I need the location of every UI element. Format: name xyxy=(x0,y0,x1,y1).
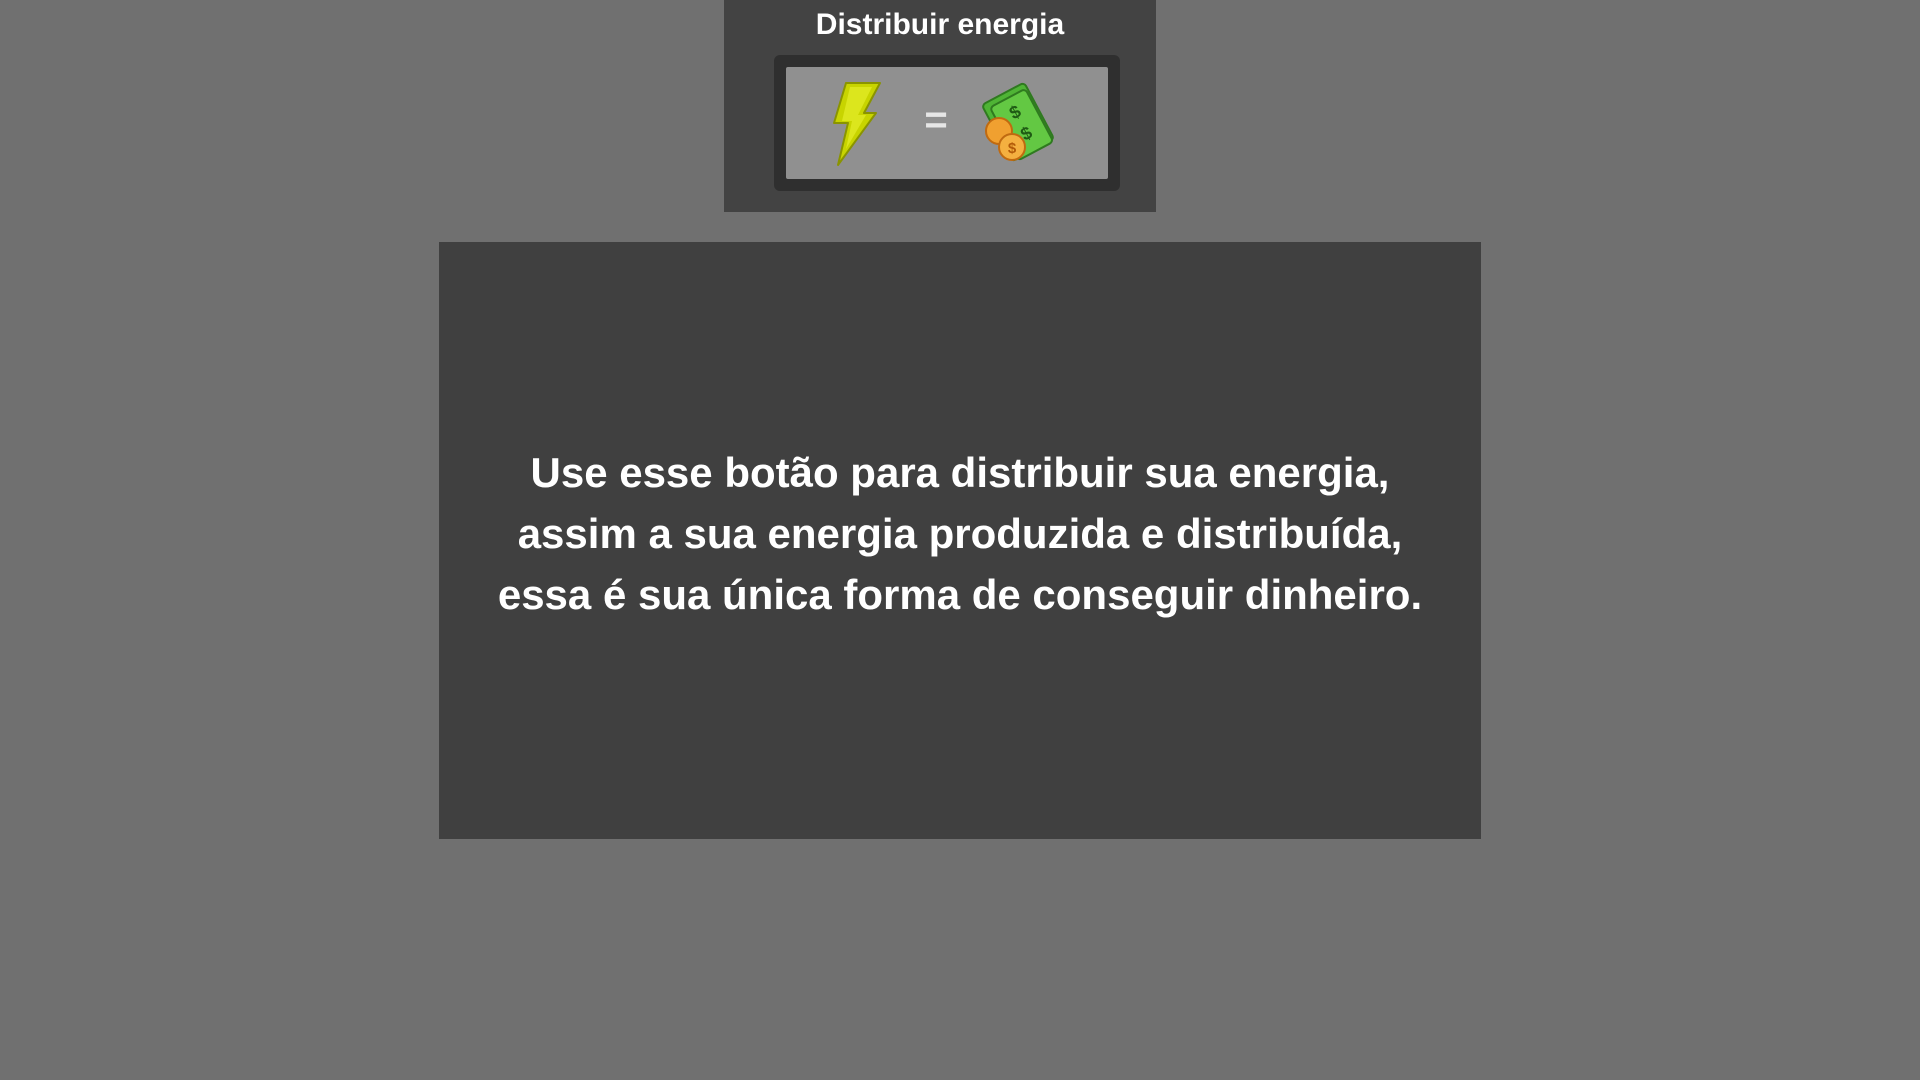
svg-text:$: $ xyxy=(1008,140,1017,157)
equals-sign: = xyxy=(924,98,947,142)
distribute-energy-panel: Distribuir energia = $ $ $ xyxy=(724,0,1156,212)
game-screen: Distribuir energia = $ $ $ Use esse botã… xyxy=(0,0,1920,1080)
lightning-bolt-icon xyxy=(833,82,881,166)
distribute-button-face: = $ $ $ xyxy=(786,67,1108,179)
money-icon: $ $ $ xyxy=(982,82,1054,162)
tutorial-message-text: Use esse botão para distribuir sua energ… xyxy=(497,449,1423,618)
tutorial-message-box: Use esse botão para distribuir sua energ… xyxy=(439,242,1481,839)
distribute-energy-button[interactable]: = $ $ $ xyxy=(774,55,1120,191)
distribute-energy-title: Distribuir energia xyxy=(815,8,1065,41)
